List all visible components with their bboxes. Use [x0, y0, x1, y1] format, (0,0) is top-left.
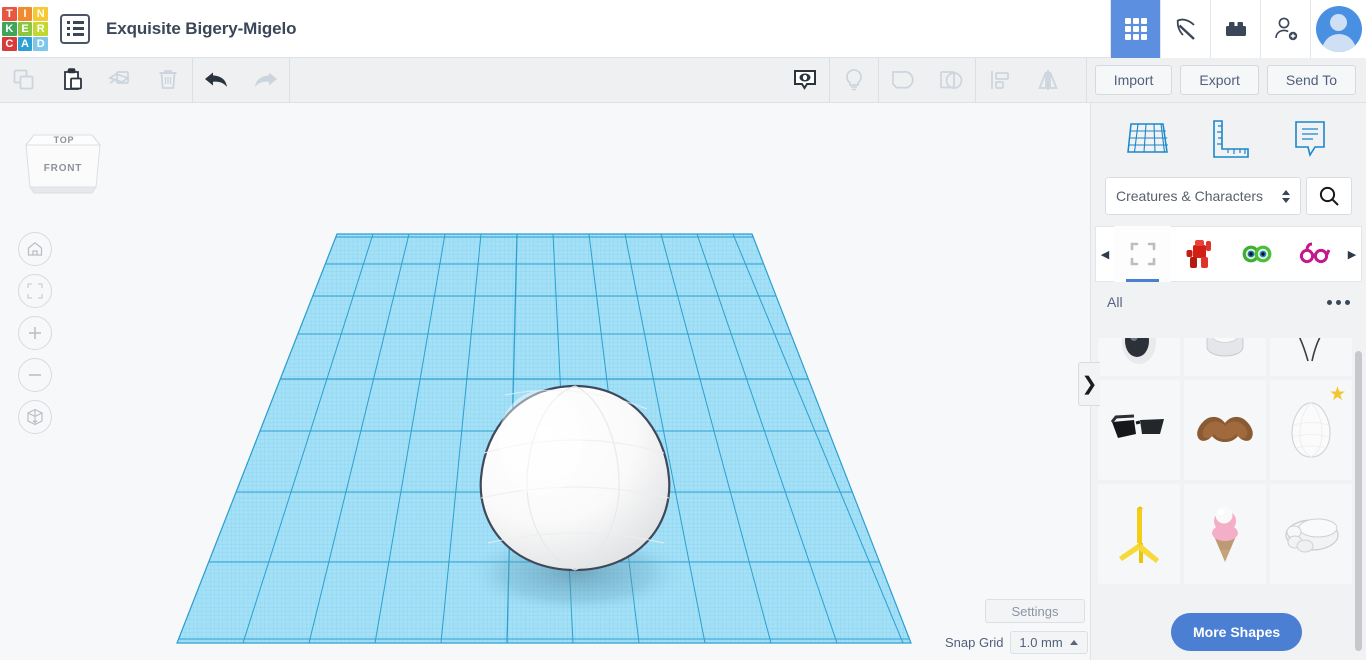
tab-red-character[interactable]	[1171, 226, 1228, 282]
tab-prev-arrow[interactable]: ◀	[1096, 226, 1114, 282]
shape-ice-cream-cone[interactable]	[1184, 484, 1266, 584]
top-bar: T I N K E R C A D Exquisite Bigery-Migel…	[0, 0, 1366, 58]
shape-antennae[interactable]	[1270, 338, 1352, 376]
toolbar-divider	[1086, 58, 1087, 103]
note-icon[interactable]	[1287, 117, 1333, 161]
workplane-icon[interactable]	[1125, 117, 1171, 161]
menu-line	[67, 33, 84, 36]
shape-grid: ★	[1095, 338, 1359, 584]
viewcube-top-label: TOP	[54, 135, 75, 145]
snap-grid-value: 1.0 mm	[1019, 635, 1062, 650]
logo-cell: A	[18, 37, 33, 51]
paste-icon[interactable]	[48, 58, 96, 103]
settings-button[interactable]: Settings	[985, 599, 1085, 623]
shape-bird-foot[interactable]	[1098, 484, 1180, 584]
pickaxe-icon[interactable]	[1160, 0, 1210, 58]
mirror-icon[interactable]	[1024, 58, 1072, 103]
design-canvas[interactable]: Workplane Workplane TOP FRONT	[0, 103, 1090, 660]
menu-line	[67, 27, 84, 30]
shape-fist-hand[interactable]	[1270, 484, 1352, 584]
spinner-icon	[1282, 190, 1290, 203]
tab-next-arrow[interactable]: ▶	[1343, 226, 1361, 282]
logo-cell: R	[33, 22, 48, 36]
shape-mustache[interactable]	[1184, 380, 1266, 480]
logo-cell: E	[18, 22, 33, 36]
page-title[interactable]: Exquisite Bigery-Migelo	[106, 19, 296, 39]
shape-search-row: Creatures & Characters	[1091, 177, 1366, 215]
logo-cell: I	[18, 7, 33, 21]
copy-icon[interactable]	[0, 58, 48, 103]
align-icon[interactable]	[976, 58, 1024, 103]
shape-filter-row: All	[1091, 282, 1366, 318]
viewcube-front-label: FRONT	[44, 163, 82, 174]
menu-line	[67, 21, 84, 24]
sendto-button[interactable]: Send To	[1267, 65, 1356, 95]
logo-cell: K	[2, 22, 17, 36]
duplicate-icon[interactable]	[96, 58, 144, 103]
zoom-in-icon[interactable]	[18, 316, 52, 350]
add-person-icon[interactable]	[1260, 0, 1310, 58]
export-button[interactable]: Export	[1180, 65, 1258, 95]
group-shapes-icon[interactable]	[879, 58, 927, 103]
shape-cylinder-ring[interactable]	[1184, 338, 1266, 376]
lightbulb-icon[interactable]	[830, 58, 878, 103]
redo-icon[interactable]	[241, 58, 289, 103]
ruler-icon[interactable]	[1206, 117, 1252, 161]
logo-cell: C	[2, 37, 17, 51]
workplane-3d[interactable]: Workplane	[0, 103, 1090, 660]
lego-brick-icon[interactable]	[1210, 0, 1260, 58]
tab-pink-glasses[interactable]	[1286, 226, 1343, 282]
list-menu-icon[interactable]	[60, 14, 90, 44]
category-select[interactable]: Creatures & Characters	[1105, 177, 1301, 215]
snap-grid-label: Snap Grid	[945, 635, 1004, 650]
undo-icon[interactable]	[193, 58, 241, 103]
topbar-actions	[1110, 0, 1366, 58]
tinkercad-logo[interactable]: T I N K E R C A D	[2, 7, 48, 51]
shapes-panel: Creatures & Characters ◀	[1090, 103, 1366, 660]
panel-tool-icons	[1091, 103, 1366, 175]
more-shapes-button[interactable]: More Shapes	[1171, 613, 1302, 651]
shape-egg[interactable]: ★	[1270, 380, 1352, 480]
more-options-icon[interactable]	[1327, 300, 1350, 305]
dashboard-grid-icon[interactable]	[1110, 0, 1160, 58]
shape-category-tabs: ◀	[1095, 226, 1362, 282]
tab-green-eyes[interactable]	[1229, 226, 1286, 282]
shape-grid-scroll[interactable]: ★	[1095, 338, 1359, 628]
panel-scrollbar[interactable]	[1355, 351, 1362, 651]
perspective-toggle-icon[interactable]	[18, 400, 52, 434]
user-avatar[interactable]	[1310, 0, 1366, 58]
star-badge-icon: ★	[1329, 385, 1346, 404]
fit-to-view-icon[interactable]	[18, 274, 52, 308]
delete-trash-icon[interactable]	[144, 58, 192, 103]
visibility-eye-icon[interactable]	[781, 58, 829, 103]
collapse-panel-button[interactable]: ❯	[1078, 362, 1100, 406]
shape-sunglasses[interactable]	[1098, 380, 1180, 480]
ungroup-shapes-icon[interactable]	[927, 58, 975, 103]
all-filter-label[interactable]: All	[1107, 294, 1123, 310]
toolbar-divider	[289, 58, 290, 103]
home-view-icon[interactable]	[18, 232, 52, 266]
shape-eyeball[interactable]	[1098, 338, 1180, 376]
chevron-up-icon	[1070, 640, 1078, 645]
snap-grid-select[interactable]: 1.0 mm	[1010, 631, 1088, 654]
import-button[interactable]: Import	[1095, 65, 1173, 95]
logo-cell: T	[2, 7, 17, 21]
edit-toolbar: Import Export Send To	[0, 58, 1366, 103]
category-value: Creatures & Characters	[1116, 188, 1263, 204]
logo-cell: D	[33, 37, 48, 51]
search-icon[interactable]	[1306, 177, 1352, 215]
zoom-out-icon[interactable]	[18, 358, 52, 392]
logo-cell: N	[33, 7, 48, 21]
egg-solid	[481, 386, 670, 570]
snap-grid-control: Snap Grid 1.0 mm	[945, 631, 1088, 654]
tab-all-shapes[interactable]	[1114, 226, 1171, 282]
view-cube[interactable]: TOP FRONT	[22, 121, 106, 215]
